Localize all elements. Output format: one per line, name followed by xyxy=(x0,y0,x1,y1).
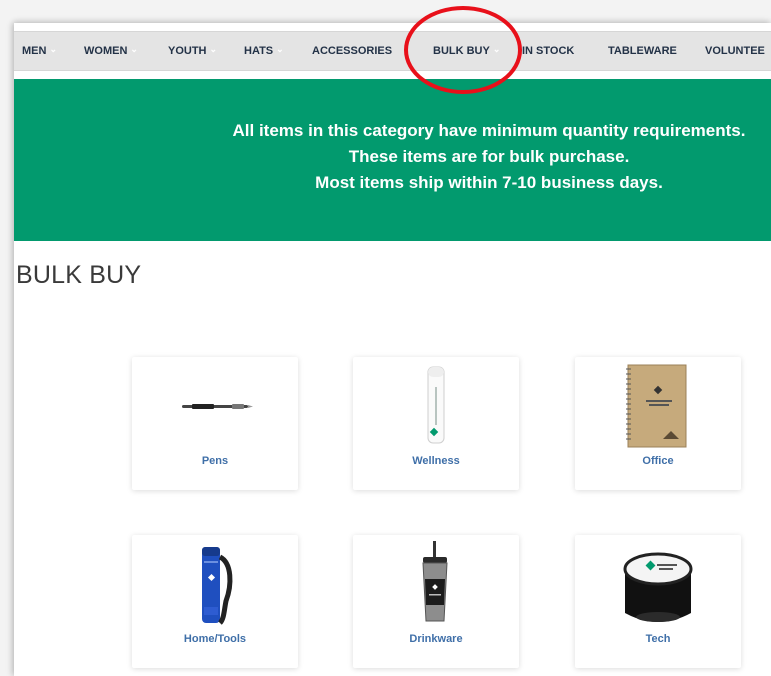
minimum-quantity-banner: All items in this category have minimum … xyxy=(14,79,771,241)
nav-item-hats[interactable]: HATS ⌄ xyxy=(244,32,284,70)
nav-label: MEN xyxy=(22,45,47,57)
nav-item-accessories[interactable]: ACCESSORIES xyxy=(312,32,392,70)
tile-label: Wellness xyxy=(412,455,460,467)
nav-item-in-stock[interactable]: IN STOCK xyxy=(522,32,574,70)
category-tile-wellness[interactable]: Wellness xyxy=(353,357,519,490)
speaker-icon xyxy=(623,552,693,622)
page-title: BULK BUY xyxy=(16,261,142,289)
nav-item-men[interactable]: MEN ⌄ xyxy=(22,32,57,70)
category-tile-pens[interactable]: Pens xyxy=(132,357,298,490)
nav-label: ACCESSORIES xyxy=(312,45,393,57)
category-tile-office[interactable]: Office xyxy=(575,357,741,490)
banner-line: All items in this category have minimum … xyxy=(232,121,746,140)
tumbler-icon xyxy=(422,541,448,622)
nav-item-women[interactable]: WOMEN ⌄ xyxy=(84,32,138,70)
nav-label: HATS xyxy=(244,45,274,57)
nav-item-youth[interactable]: YOUTH ⌄ xyxy=(168,32,217,70)
tile-label: Drinkware xyxy=(409,633,463,645)
highlight-circle xyxy=(404,6,522,94)
category-tile-home-tools[interactable]: Home/Tools xyxy=(132,535,298,668)
banner-line: These items are for bulk purchase. xyxy=(348,147,630,166)
tile-label: Tech xyxy=(645,633,671,645)
nav-label: VOLUNTEE xyxy=(705,45,765,57)
banner-text: All items in this category have minimum … xyxy=(209,118,769,196)
nav-label: IN STOCK xyxy=(522,45,575,57)
tile-label: Pens xyxy=(201,455,229,467)
pen-icon xyxy=(182,404,253,409)
lip-balm-icon xyxy=(427,366,445,444)
category-tile-tech[interactable]: Tech xyxy=(575,535,741,668)
chevron-down-icon: ⌄ xyxy=(209,44,218,54)
nav-label: YOUTH xyxy=(168,45,207,57)
main-nav: MEN ⌄ WOMEN ⌄ YOUTH ⌄ HATS ⌄ ACCESSORIES BUL… xyxy=(14,31,771,71)
tile-label: Office xyxy=(642,455,674,467)
nav-label: WOMEN xyxy=(84,45,128,57)
store-page: MEN ⌄ WOMEN ⌄ YOUTH ⌄ HATS ⌄ ACCESSORIES BUL… xyxy=(14,23,771,676)
nav-label: TABLEWARE xyxy=(608,45,677,57)
tile-label: Home/Tools xyxy=(183,633,247,645)
chevron-down-icon: ⌄ xyxy=(49,44,57,54)
banner-line: Most items ship within 7-10 business day… xyxy=(315,173,663,192)
nav-item-tableware[interactable]: TABLEWARE xyxy=(608,32,677,70)
chevron-down-icon: ⌄ xyxy=(276,44,284,54)
chevron-down-icon: ⌄ xyxy=(130,44,138,54)
notebook-icon xyxy=(626,364,687,448)
flashlight-icon xyxy=(202,547,233,625)
category-tile-drinkware[interactable]: Drinkware xyxy=(353,535,519,668)
nav-item-volunteer[interactable]: VOLUNTEE xyxy=(705,32,765,70)
